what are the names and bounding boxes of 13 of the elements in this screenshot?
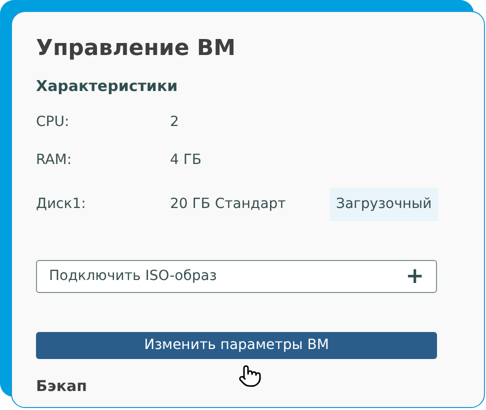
section-heading: Характеристики [36,76,178,96]
spec-value: 2 [170,113,180,132]
edit-vm-button[interactable]: Изменить параметры ВМ [36,332,437,359]
spec-value: 20 ГБ Стандарт [170,195,287,214]
attach-iso-button[interactable]: Подключить ISO-образ + [36,260,437,293]
spec-label: Диск1: [36,195,87,214]
spec-value: 4 ГБ [170,151,202,170]
spec-label: CPU: [36,113,70,132]
section-heading: Бэкап [36,376,87,397]
card-title: Управление ВМ [36,35,236,63]
hand-cursor-icon [238,364,262,388]
boot-badge: Загрузочный [330,188,438,221]
spec-label: RAM: [36,151,73,170]
